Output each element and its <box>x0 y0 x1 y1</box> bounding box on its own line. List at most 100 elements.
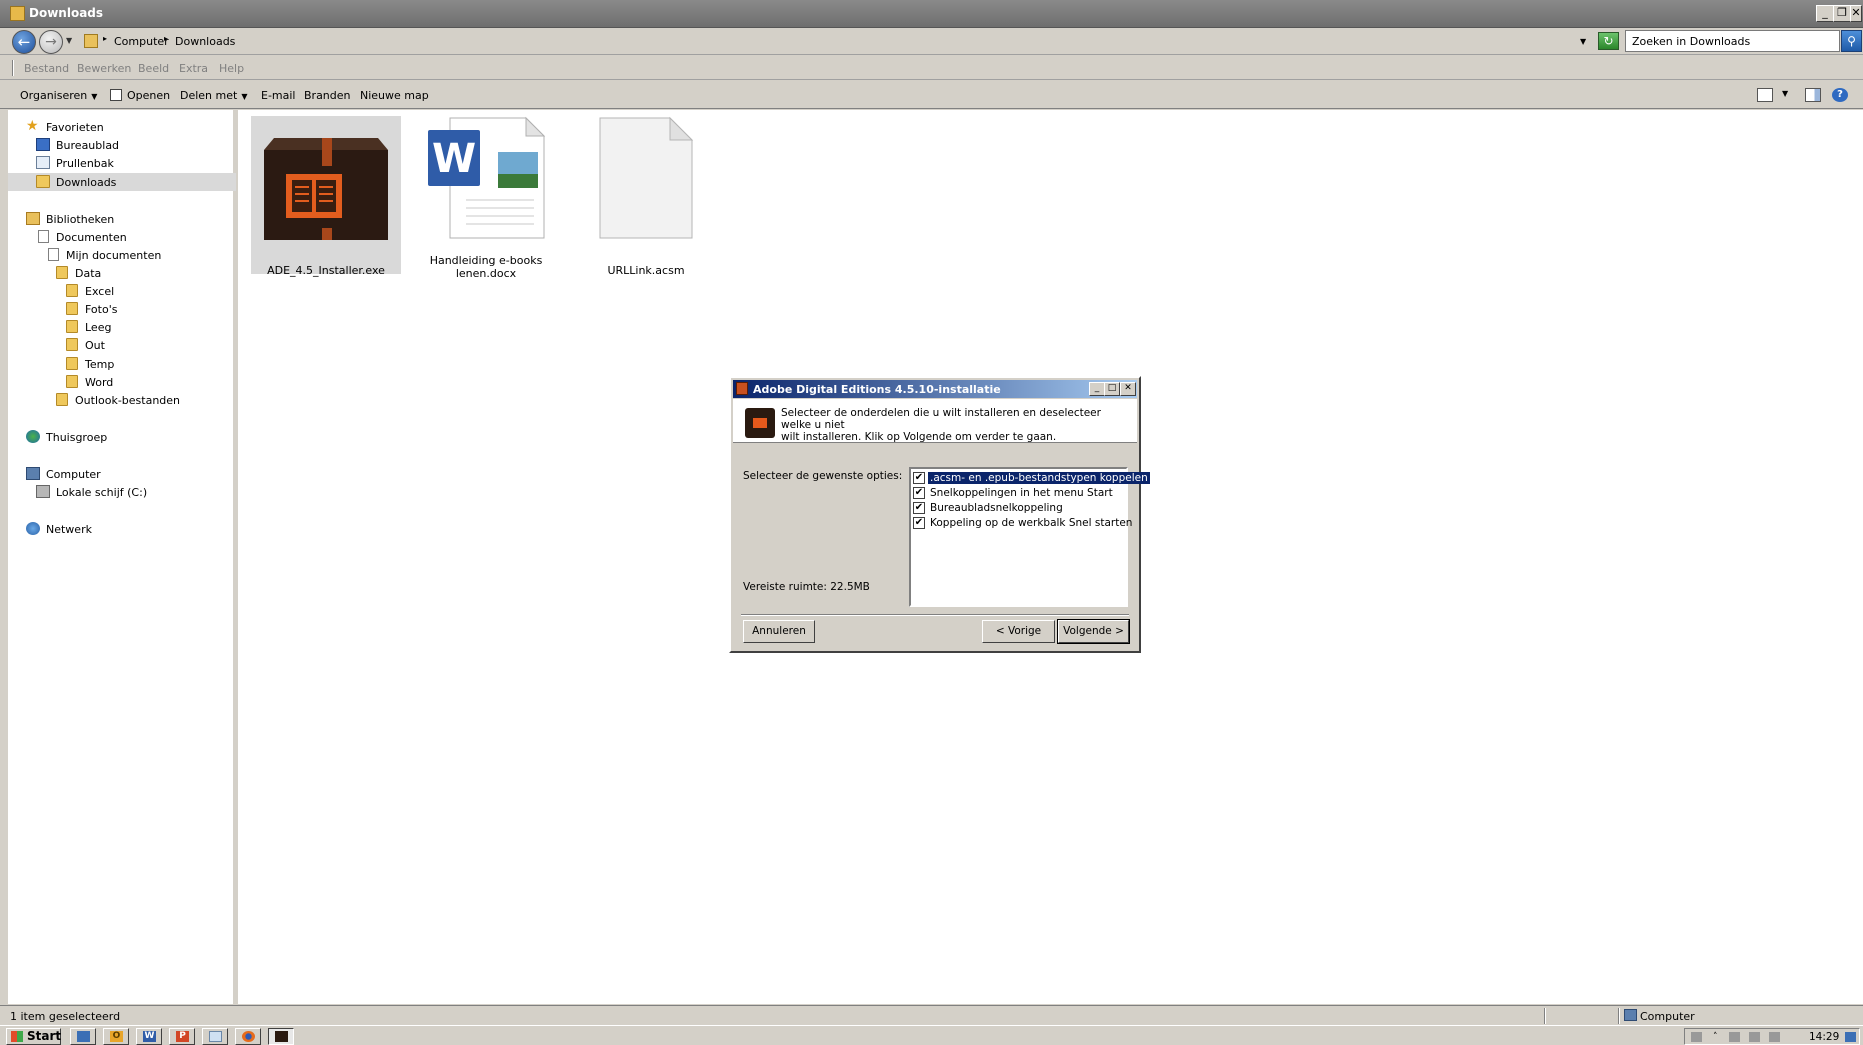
adobe-digital-editions-logo <box>745 408 775 438</box>
file-item[interactable]: URLLink.acsm <box>571 116 721 277</box>
taskbar-show-desktop[interactable] <box>70 1028 96 1045</box>
command-bar: Organiseren ▼ Openen Delen met ▼ E-mail Br… <box>0 81 1863 109</box>
nav-label: Mijn documenten <box>66 249 162 262</box>
chevron-right-icon[interactable]: ▸ <box>164 34 168 43</box>
taskbar-adobe-installer[interactable] <box>268 1028 294 1045</box>
dialog-minimize-button[interactable]: _ <box>1089 382 1105 396</box>
navigation-pane: ★ Favorieten Bureaublad Prullenbak Downl… <box>8 110 236 1004</box>
start-button[interactable]: Start <box>6 1028 61 1045</box>
checkbox[interactable]: ✔ <box>913 502 925 514</box>
nav-favorites[interactable]: ★ Favorieten <box>8 118 236 136</box>
nav-photos[interactable]: Foto's <box>8 300 236 318</box>
search-input[interactable]: Zoeken in Downloads <box>1625 30 1840 52</box>
view-options-icon[interactable] <box>1757 88 1773 102</box>
breadcrumb[interactable]: ▸ Computer ▸ Downloads <box>80 31 1590 52</box>
library-icon <box>26 212 40 225</box>
nav-documents[interactable]: Documenten <box>8 228 236 246</box>
volume-icon[interactable] <box>1769 1032 1780 1042</box>
flag-icon[interactable] <box>1729 1032 1740 1042</box>
forward-button[interactable]: → <box>39 30 63 54</box>
downloads-folder-icon <box>36 175 50 188</box>
clock[interactable]: 14:29 <box>1809 1031 1839 1043</box>
nav-word[interactable]: Word <box>8 373 236 391</box>
new-folder-button[interactable]: Nieuwe map <box>360 89 429 102</box>
open-button[interactable]: Openen <box>127 89 170 102</box>
taskbar-outlook[interactable]: O <box>103 1028 129 1045</box>
back-button[interactable]: < Vorige <box>982 620 1055 643</box>
menu-view[interactable]: Beeld <box>138 62 169 75</box>
chevron-up-icon[interactable]: ˄ <box>1713 1032 1724 1042</box>
star-icon: ★ <box>26 118 39 134</box>
nav-recycle-bin[interactable]: Prullenbak <box>8 154 236 172</box>
nav-my-documents[interactable]: Mijn documenten <box>8 246 236 264</box>
preview-pane-icon[interactable] <box>1805 88 1821 102</box>
checkbox[interactable]: ✔ <box>913 487 925 499</box>
taskbar-powerpoint[interactable]: P <box>169 1028 195 1045</box>
chevron-right-icon[interactable]: ▸ <box>103 34 107 43</box>
folder-icon <box>66 302 78 315</box>
dialog-maximize-button[interactable]: □ <box>1104 382 1120 396</box>
menu-edit[interactable]: Bewerken <box>77 62 131 75</box>
taskbar-notepad[interactable] <box>202 1028 228 1045</box>
nav-computer[interactable]: Computer <box>8 465 236 483</box>
nav-data[interactable]: Data <box>8 264 236 282</box>
nav-label: Lokale schijf (C:) <box>56 486 148 499</box>
breadcrumb-downloads[interactable]: Downloads <box>175 35 235 48</box>
checkbox[interactable]: ✔ <box>913 517 925 529</box>
minimize-button[interactable]: _ <box>1816 5 1834 22</box>
menu-help[interactable]: Help <box>219 62 244 75</box>
nav-label: Prullenbak <box>56 157 114 170</box>
nav-homegroup[interactable]: Thuisgroep <box>8 428 236 446</box>
close-button[interactable]: ✕ <box>1850 5 1862 22</box>
nav-label: Temp <box>85 358 115 371</box>
taskbar-word[interactable]: W <box>136 1028 162 1045</box>
restore-button[interactable]: ❐ <box>1833 5 1851 22</box>
homegroup-icon <box>26 430 40 443</box>
breadcrumb-computer[interactable]: Computer <box>114 35 169 48</box>
cancel-button[interactable]: Annuleren <box>743 620 815 643</box>
taskbar-firefox[interactable] <box>235 1028 261 1045</box>
nav-label: Bureaublad <box>56 139 120 152</box>
help-icon[interactable]: ? <box>1832 88 1848 102</box>
address-dropdown[interactable]: ▼ <box>1580 37 1586 46</box>
components-list[interactable]: ✔ .acsm- en .epub-bestandstypen koppelen… <box>909 467 1150 607</box>
checkbox[interactable]: ✔ <box>913 472 925 484</box>
recent-pages-dropdown[interactable]: ▼ <box>66 36 72 45</box>
file-item[interactable]: W Handleiding e-books lenen.docx <box>411 116 561 296</box>
show-desktop-icon[interactable] <box>1845 1032 1856 1042</box>
nav-outlook-files[interactable]: Outlook-bestanden <box>8 391 236 409</box>
search-icon[interactable]: ⚲ <box>1841 30 1862 52</box>
email-button[interactable]: E-mail <box>261 89 296 102</box>
nav-label: Outlook-bestanden <box>75 394 181 407</box>
nav-empty[interactable]: Leeg <box>8 318 236 336</box>
nav-libraries[interactable]: Bibliotheken <box>8 210 236 228</box>
refresh-button[interactable]: ↻ <box>1598 32 1619 50</box>
view-dropdown-chevron-icon[interactable]: ▼ <box>1782 89 1788 98</box>
organize-button[interactable]: Organiseren ▼ <box>20 89 97 102</box>
burn-button[interactable]: Branden <box>304 89 351 102</box>
next-button[interactable]: Volgende > <box>1057 619 1130 644</box>
menu-tools[interactable]: Extra <box>179 62 208 75</box>
back-button[interactable]: ← <box>12 30 36 54</box>
dialog-close-button[interactable]: ✕ <box>1120 382 1136 396</box>
nav-desktop[interactable]: Bureaublad <box>8 136 236 154</box>
network-tray-icon[interactable] <box>1749 1032 1760 1042</box>
nav-network[interactable]: Netwerk <box>8 520 236 538</box>
folder-icon <box>66 338 78 351</box>
nav-label: Documenten <box>56 231 127 244</box>
instruction-line: Selecteer de onderdelen die u wilt insta… <box>781 407 1101 431</box>
nav-out[interactable]: Out <box>8 336 236 354</box>
word-icon: W <box>143 1031 156 1042</box>
share-button[interactable]: Delen met ▼ <box>180 89 247 102</box>
nav-excel[interactable]: Excel <box>8 282 236 300</box>
printer-icon[interactable] <box>1691 1032 1702 1042</box>
status-bar: 1 item geselecteerd Computer <box>0 1005 1863 1025</box>
menu-file[interactable]: Bestand <box>24 62 69 75</box>
nav-temp[interactable]: Temp <box>8 355 236 373</box>
file-item[interactable]: ADE_4.5_Installer.exe <box>251 116 401 277</box>
nav-label: Favorieten <box>46 121 104 134</box>
status-divider <box>1544 1008 1546 1024</box>
nav-local-disk[interactable]: Lokale schijf (C:) <box>8 483 236 501</box>
nav-downloads[interactable]: Downloads <box>8 173 236 191</box>
open-icon <box>110 89 122 101</box>
